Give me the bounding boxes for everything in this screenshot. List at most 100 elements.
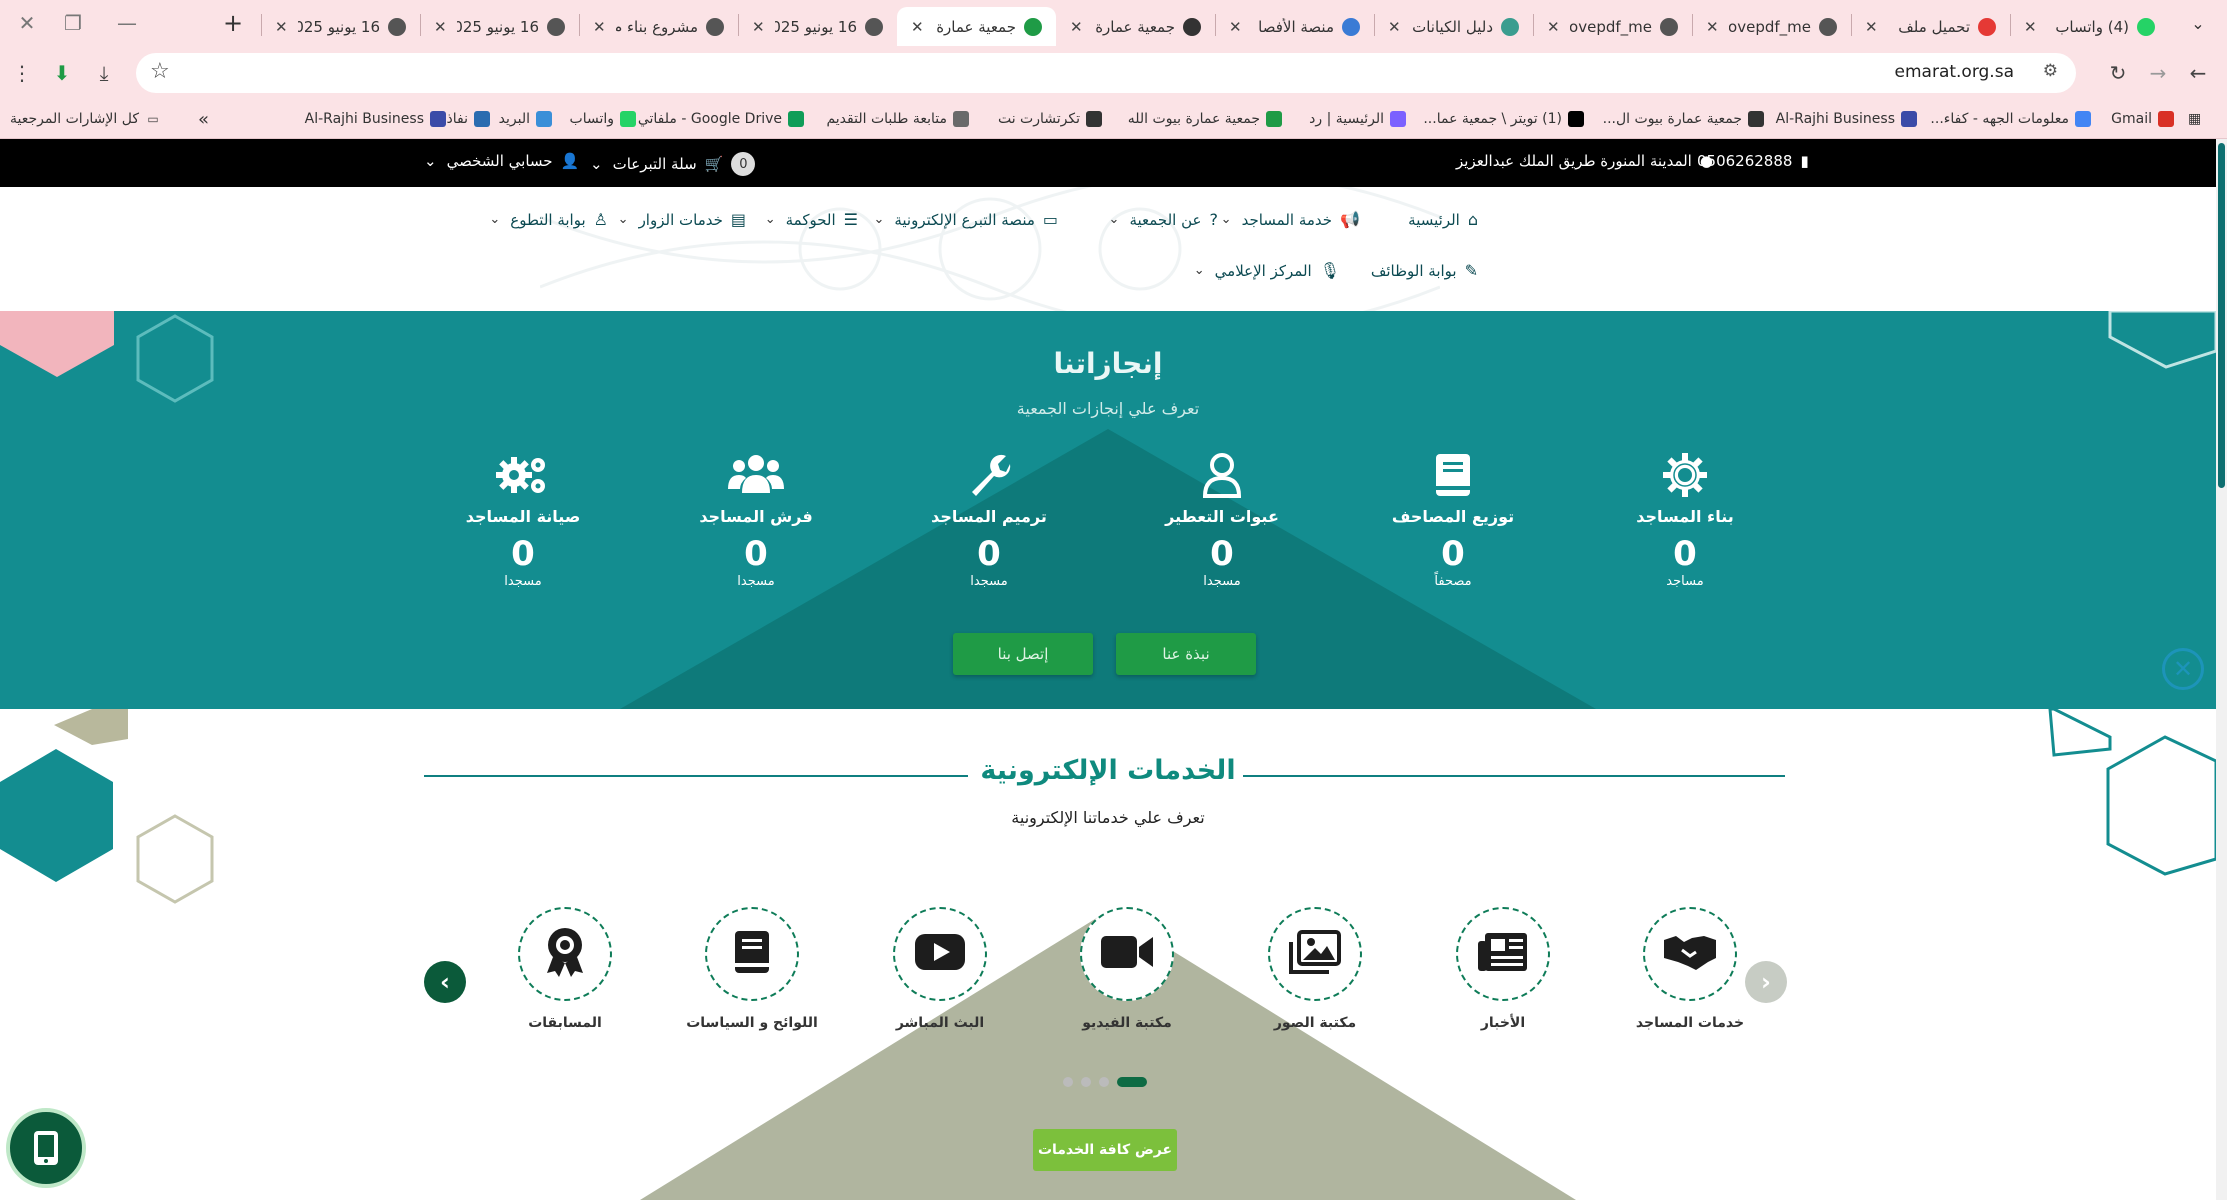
nav-item[interactable]: ▭ منصة التبرع الإلكترونية ⌄ xyxy=(873,210,1058,229)
phone-contact[interactable]: ▮ 0506262888 xyxy=(1697,152,1809,170)
nav-item[interactable]: ⌂ الرئيسية xyxy=(1408,210,1478,229)
bookmark-item[interactable]: جمعية عمارة بيوت الله xyxy=(1118,107,1282,131)
browser-tab-strip: ✕ ❐ — + ⌄ (4) واتساب ✕ تحميل ملف ✕ ilovepdf_… xyxy=(0,0,2227,46)
bookmark-item[interactable]: تكرتشارت نت xyxy=(958,107,1102,131)
tab-close-icon[interactable]: ✕ xyxy=(1547,18,1560,36)
account-menu[interactable]: 👤 حسابي الشخصي ⌄ xyxy=(424,152,579,170)
nav-item[interactable]: ▤ خدمات الزوار ⌄ xyxy=(618,210,746,229)
address-bar[interactable]: emarat.org.sa ⚙ ☆ xyxy=(136,53,2076,93)
tab-close-icon[interactable]: ✕ xyxy=(593,18,606,36)
browser-tab[interactable]: دليل الكيانات ✕ xyxy=(1374,7,1533,46)
carousel-dot[interactable] xyxy=(1063,1077,1073,1087)
bookmark-favicon-icon xyxy=(1901,111,1917,127)
carousel-prev-arrow[interactable]: ‹ xyxy=(424,961,466,1003)
tab-close-icon[interactable]: ✕ xyxy=(1070,18,1083,36)
browser-tab[interactable]: 16 يونيو 025 ✕ xyxy=(261,7,420,46)
browser-tab[interactable]: جمعية عمارة ✕ xyxy=(1056,7,1215,46)
tab-close-icon[interactable]: ✕ xyxy=(275,18,288,36)
close-icon[interactable]: ✕ xyxy=(2162,648,2204,690)
service-item[interactable]: مكتبة الصور xyxy=(1235,907,1395,1031)
carousel-next-arrow[interactable]: › xyxy=(1745,961,1787,1003)
bookmarks-overflow-icon[interactable]: » xyxy=(198,107,209,131)
bookmark-item[interactable]: جمعية عمارة بيوت ال... xyxy=(1590,107,1764,131)
tab-separator xyxy=(2010,14,2011,36)
browser-tab[interactable]: مشروع بناء م ✕ xyxy=(579,7,738,46)
menu-icon[interactable]: ⋮ xyxy=(4,55,40,91)
all-bookmarks[interactable]: ▭ كل الإشارات المرجعية xyxy=(10,107,161,131)
tab-close-icon[interactable]: ✕ xyxy=(434,18,447,36)
downloads-icon[interactable]: ⤓ xyxy=(86,55,122,91)
service-icon-circle[interactable] xyxy=(518,907,612,1001)
extension-icon[interactable]: ⬇ xyxy=(44,55,80,91)
about-button[interactable]: نبذة عنا xyxy=(1116,633,1256,675)
browser-tab[interactable]: 16 يونيو 025 ✕ xyxy=(738,7,897,46)
service-icon-circle[interactable] xyxy=(705,907,799,1001)
new-tab-icon[interactable]: + xyxy=(206,0,260,46)
tab-close-icon[interactable]: ✕ xyxy=(911,18,924,36)
apps-grid-icon[interactable]: ▦ xyxy=(2188,107,2201,131)
service-item[interactable]: خدمات المساجد xyxy=(1610,907,1770,1031)
service-item[interactable]: المسابقات xyxy=(485,907,645,1031)
browser-tab[interactable]: تحميل ملف ✕ xyxy=(1851,7,2010,46)
service-item[interactable]: مكتبة الفيديو xyxy=(1047,907,1207,1031)
forward-icon[interactable]: → xyxy=(2140,55,2176,91)
tab-close-icon[interactable]: ✕ xyxy=(1388,18,1401,36)
tab-close-icon[interactable]: ✕ xyxy=(1229,18,1242,36)
carousel-dot[interactable] xyxy=(1081,1077,1091,1087)
nav-item[interactable]: ✎ بوابة الوظائف xyxy=(1371,261,1478,280)
bookmark-item[interactable]: الرئيسية | رد xyxy=(1292,107,1406,131)
video-icon xyxy=(1099,933,1155,975)
bookmark-item[interactable]: Google Drive - ملفاتي xyxy=(630,107,804,131)
donation-cart[interactable]: 0 🛒 سلة التبرعات ⌄ xyxy=(590,152,756,176)
contact-button[interactable]: إتصل بنا xyxy=(953,633,1093,675)
carousel-dot-active[interactable] xyxy=(1117,1077,1147,1087)
page-scrollbar-thumb[interactable] xyxy=(2218,143,2225,488)
tab-close-icon[interactable]: ✕ xyxy=(1865,18,1878,36)
reload-icon[interactable]: ↻ xyxy=(2100,55,2136,91)
tab-close-icon[interactable]: ✕ xyxy=(2024,18,2037,36)
window-minimize-icon[interactable]: — xyxy=(100,0,154,46)
bookmark-item[interactable]: متابعة طلبات التقديم xyxy=(805,107,969,131)
service-icon-circle[interactable] xyxy=(893,907,987,1001)
browser-tab[interactable]: ilovepdf_me ✕ xyxy=(1533,7,1692,46)
window-restore-icon[interactable]: ❐ xyxy=(46,0,100,46)
carousel-dot[interactable] xyxy=(1099,1077,1109,1087)
all-services-button[interactable]: عرض كافة الخدمات xyxy=(1033,1129,1177,1171)
service-icon-circle[interactable] xyxy=(1080,907,1174,1001)
browser-tab[interactable]: جمعية عمارة ✕ xyxy=(897,7,1056,46)
service-item[interactable]: اللوائح و السياسات xyxy=(672,907,832,1031)
service-label: خدمات المساجد xyxy=(1635,1015,1745,1031)
bookmark-star-icon[interactable]: ☆ xyxy=(150,59,170,84)
service-icon-circle[interactable] xyxy=(1643,907,1737,1001)
user-icon: 👤 xyxy=(560,152,580,170)
nav-item[interactable]: ♙ بوابة التطوع ⌄ xyxy=(489,210,608,229)
bookmark-item[interactable]: Al-Rajhi Business xyxy=(1763,107,1917,131)
bookmark-item[interactable]: (1) تويتر \ جمعية عما... xyxy=(1410,107,1584,131)
service-icon-circle[interactable] xyxy=(1456,907,1550,1001)
site-settings-icon[interactable]: ⚙ xyxy=(2043,61,2058,81)
service-item[interactable]: الأخبار xyxy=(1423,907,1583,1031)
browser-tab[interactable]: (4) واتساب ✕ xyxy=(2010,7,2169,46)
bookmark-item[interactable]: Gmail xyxy=(2090,107,2174,131)
url-text[interactable]: emarat.org.sa xyxy=(1895,62,2014,82)
service-item[interactable]: البث المباشر xyxy=(860,907,1020,1031)
bookmark-item[interactable]: Al-Rajhi Business xyxy=(302,107,446,131)
mobile-app-button[interactable] xyxy=(6,1108,86,1188)
bookmark-item[interactable]: واتساب xyxy=(550,107,636,131)
browser-tab[interactable]: ilovepdf_me ✕ xyxy=(1692,7,1851,46)
browser-tab[interactable]: 16 يونيو 025 ✕ xyxy=(420,7,579,46)
tab-favicon-icon xyxy=(706,17,724,36)
stat-unit: مسجدا xyxy=(504,574,542,589)
tab-favicon-icon xyxy=(865,17,883,36)
service-icon-circle[interactable] xyxy=(1268,907,1362,1001)
tab-close-icon[interactable]: ✕ xyxy=(752,18,765,36)
tab-search-icon[interactable]: ⌄ xyxy=(2176,0,2220,46)
nav-item[interactable]: ☰ الحوكمة ⌄ xyxy=(765,210,858,229)
nav-item[interactable]: ? عن الجمعية ⌄ xyxy=(1109,210,1218,229)
browser-tab[interactable]: منصة الأفصا ✕ xyxy=(1215,7,1374,46)
tab-close-icon[interactable]: ✕ xyxy=(1706,18,1719,36)
bookmark-item[interactable]: معلومات الجهه - كفاء... xyxy=(1917,107,2091,131)
back-icon[interactable]: ← xyxy=(2180,55,2216,91)
nav-item[interactable]: 🎙 المركز الإعلامي ⌄ xyxy=(1194,261,1340,280)
nav-item[interactable]: 📢 خدمة المساجد ⌄ xyxy=(1221,210,1360,229)
